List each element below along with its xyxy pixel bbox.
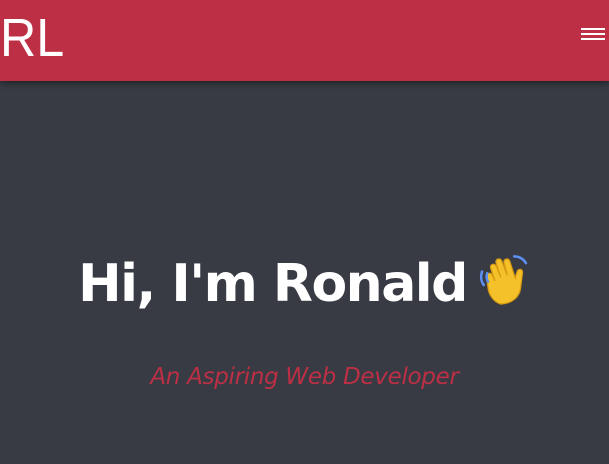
- greeting-text: Hi, I'm Ronald: [78, 254, 468, 314]
- navbar: RL: [0, 0, 609, 81]
- menu-bar-bottom: [581, 38, 605, 40]
- wave-line-left-outer: [479, 270, 485, 287]
- hamburger-menu-icon[interactable]: [581, 24, 605, 44]
- site-logo[interactable]: RL: [0, 4, 64, 72]
- menu-bar-top: [581, 28, 605, 30]
- wave-line-right: [512, 255, 528, 265]
- wave-line-left-inner: [485, 271, 490, 283]
- waving-hand-icon: [479, 255, 528, 305]
- menu-bar-middle: [581, 33, 605, 35]
- hero-section: Hi, I'm Ronald An Aspiring Web Developer: [0, 81, 609, 464]
- hero-subtitle: An Aspiring Web Developer: [150, 364, 459, 390]
- hero-heading: Hi, I'm Ronald: [0, 246, 609, 322]
